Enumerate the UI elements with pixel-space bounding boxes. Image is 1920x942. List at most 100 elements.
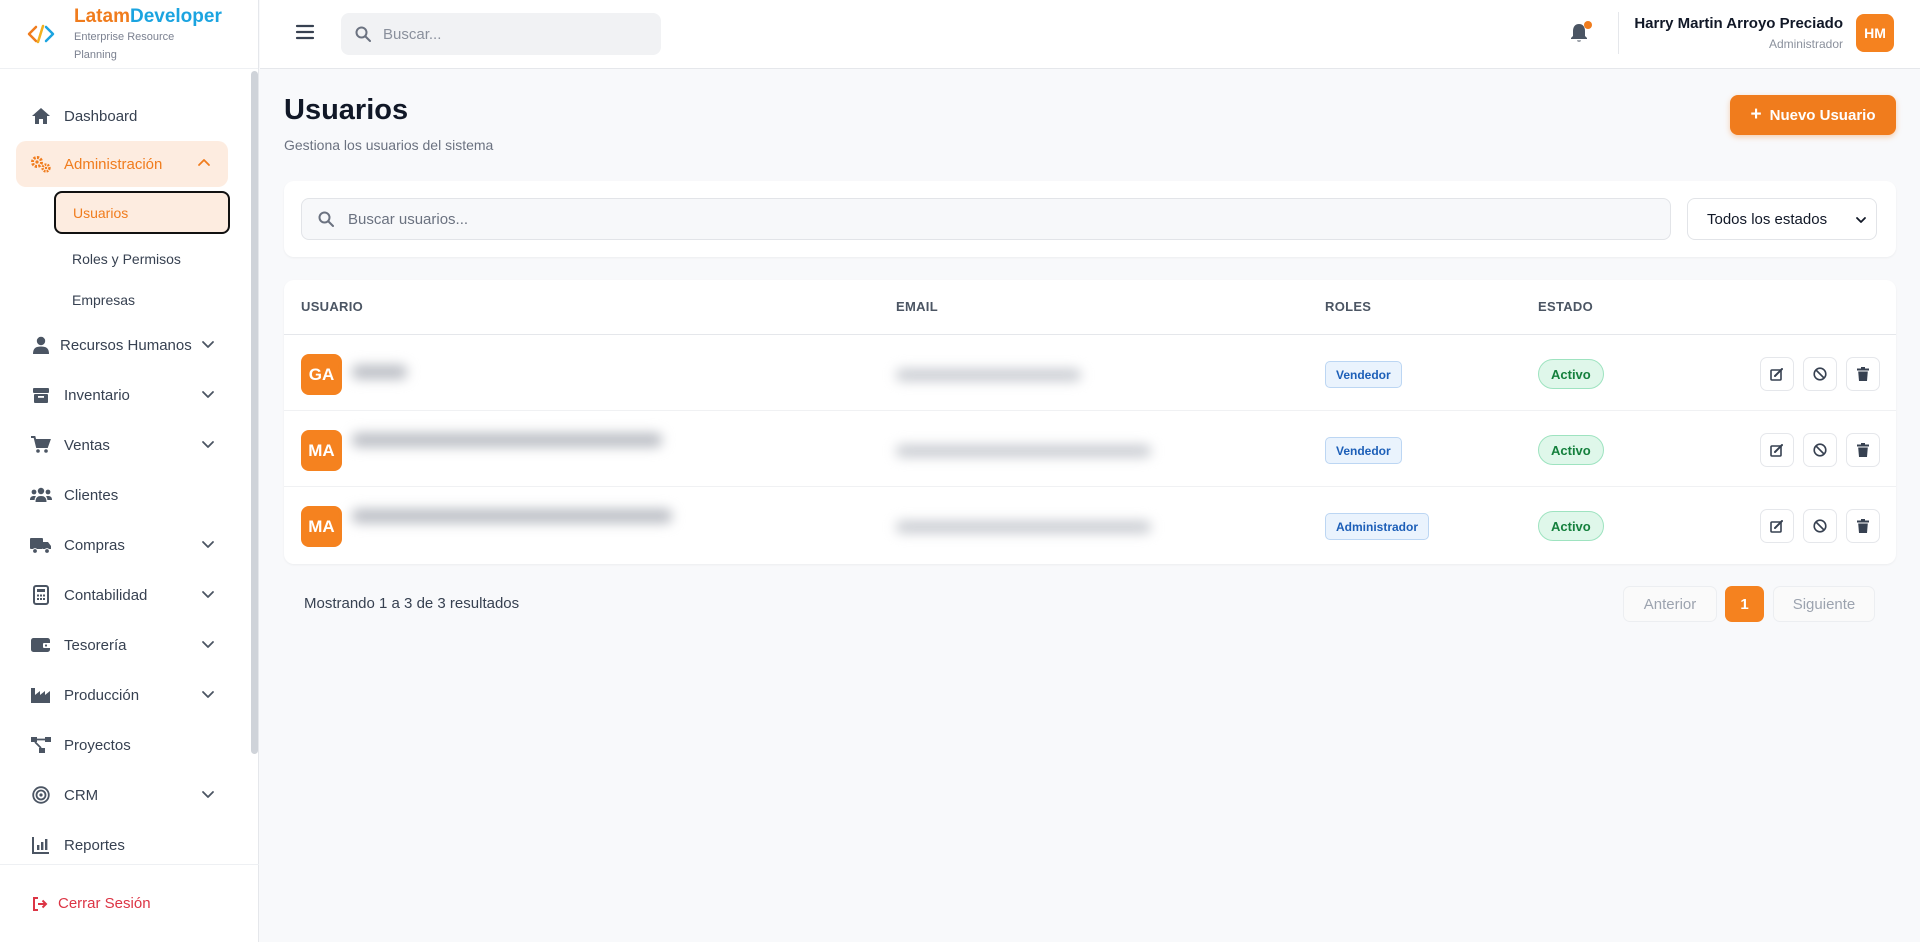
- sidebar-subitem-empresas[interactable]: Empresas: [0, 279, 250, 320]
- sidebar-subitem-roles-permisos[interactable]: Roles y Permisos: [0, 238, 250, 279]
- redacted-email: [896, 521, 1151, 533]
- edit-button[interactable]: [1760, 433, 1794, 467]
- sidebar-item-label: CRM: [64, 786, 99, 804]
- disable-button[interactable]: [1803, 357, 1837, 391]
- user-avatar: GA: [301, 354, 342, 395]
- redacted-email: [896, 445, 1151, 457]
- sidebar-item-label: Proyectos: [64, 736, 131, 754]
- redacted-user-name: [352, 433, 662, 447]
- global-search-input[interactable]: [383, 25, 643, 43]
- pagination-page-1[interactable]: 1: [1725, 586, 1764, 622]
- pagination-prev-button[interactable]: Anterior: [1623, 586, 1717, 622]
- wallet-icon: [30, 634, 52, 656]
- sidebar-item-reportes[interactable]: Reportes: [0, 820, 250, 870]
- logout-label: Cerrar Sesión: [58, 895, 151, 912]
- trash-icon: [1857, 443, 1869, 457]
- sidebar-item-label: Compras: [64, 536, 125, 554]
- status-badge: Activo: [1538, 359, 1604, 389]
- chevron-down-icon: [202, 391, 214, 398]
- brand-logo-icon: [27, 24, 55, 44]
- ban-icon: [1813, 367, 1827, 381]
- edit-icon: [1770, 368, 1783, 381]
- status-filter-value: Todos los estados: [1707, 210, 1828, 228]
- logout-button[interactable]: Cerrar Sesión: [0, 864, 259, 942]
- user-icon: [30, 334, 52, 356]
- topbar-divider: [1618, 12, 1619, 54]
- column-header-estado[interactable]: ESTADO: [1538, 299, 1593, 314]
- role-badge: Vendedor: [1325, 437, 1402, 464]
- edit-button[interactable]: [1760, 357, 1794, 391]
- notifications-button[interactable]: [1570, 21, 1592, 45]
- topbar: Harry Martin Arroyo Preciado Administrad…: [260, 0, 1920, 69]
- notification-dot: [1584, 21, 1592, 29]
- sidebar-item-tesoreria[interactable]: Tesorería: [0, 620, 250, 670]
- sidebar-item-compras[interactable]: Compras: [0, 520, 250, 570]
- sidebar-item-inventario[interactable]: Inventario: [0, 370, 250, 420]
- user-role: Administrador: [1768, 37, 1843, 51]
- truck-icon: [30, 534, 52, 556]
- brand-subtitle: Enterprise Resource Planning: [74, 31, 175, 61]
- sidebar: LatamDeveloper Enterprise Resource Plann…: [0, 0, 259, 942]
- sidebar-item-administracion[interactable]: Administración: [16, 141, 228, 187]
- table-row[interactable]: GA Vendedor Activo: [284, 335, 1896, 411]
- sidebar-item-clientes[interactable]: Clientes: [0, 470, 250, 520]
- delete-button[interactable]: [1846, 357, 1880, 391]
- column-header-email[interactable]: EMAIL: [896, 299, 938, 314]
- sidebar-item-recursos-humanos[interactable]: Recursos Humanos: [0, 320, 250, 370]
- delete-button[interactable]: [1846, 433, 1880, 467]
- column-header-roles[interactable]: ROLES: [1325, 299, 1371, 314]
- sign-out-icon: [32, 896, 48, 912]
- sidebar-item-crm[interactable]: CRM: [0, 770, 250, 820]
- menu-toggle-icon[interactable]: [295, 22, 315, 42]
- sidebar-item-proyectos[interactable]: Proyectos: [0, 720, 250, 770]
- chart-line-icon: [30, 834, 52, 856]
- sidebar-item-contabilidad[interactable]: Contabilidad: [0, 570, 250, 620]
- brand-name: LatamDeveloper: [74, 6, 222, 27]
- user-name: Harry Martin Arroyo Preciado: [1634, 15, 1843, 32]
- sidebar-item-ventas[interactable]: Ventas: [0, 420, 250, 470]
- sidebar-item-label: Dashboard: [64, 107, 138, 125]
- table-row[interactable]: MA Administrador Activo: [284, 487, 1896, 563]
- user-search-input[interactable]: [348, 210, 1648, 228]
- sidebar-item-label: Administración: [64, 155, 163, 173]
- edit-icon: [1770, 444, 1783, 457]
- filter-card: Todos los estados: [284, 181, 1896, 257]
- cart-icon: [30, 434, 52, 456]
- sidebar-item-produccion[interactable]: Producción: [0, 670, 250, 720]
- home-icon: [30, 105, 52, 127]
- brand[interactable]: LatamDeveloper Enterprise Resource Plann…: [0, 0, 258, 69]
- search-icon: [355, 26, 371, 42]
- search-icon: [318, 211, 334, 227]
- chevron-down-icon: [202, 691, 214, 698]
- delete-button[interactable]: [1846, 509, 1880, 543]
- project-diagram-icon: [30, 734, 52, 756]
- calculator-icon: [30, 584, 52, 606]
- table-row[interactable]: MA Vendedor Activo: [284, 411, 1896, 487]
- pagination-next-button[interactable]: Siguiente: [1773, 586, 1875, 622]
- trash-icon: [1857, 519, 1869, 533]
- disable-button[interactable]: [1803, 509, 1837, 543]
- chevron-down-icon: [202, 641, 214, 648]
- sidebar-nav: Dashboard Administración Usuarios Roles …: [0, 91, 250, 870]
- sidebar-subitem-usuarios[interactable]: Usuarios: [54, 191, 230, 234]
- user-search: [301, 198, 1671, 240]
- user-avatar[interactable]: HM: [1856, 14, 1894, 52]
- new-user-button[interactable]: + Nuevo Usuario: [1730, 95, 1896, 135]
- sidebar-item-dashboard[interactable]: Dashboard: [0, 91, 250, 141]
- redacted-user-name: [352, 365, 407, 379]
- sidebar-item-label: Ventas: [64, 436, 110, 454]
- sidebar-item-label: Tesorería: [64, 636, 127, 654]
- table-header: USUARIO EMAIL ROLES ESTADO: [284, 280, 1896, 335]
- column-header-usuario[interactable]: USUARIO: [301, 299, 363, 314]
- box-icon: [30, 384, 52, 406]
- chevron-down-icon: [202, 441, 214, 448]
- gears-icon: [30, 153, 52, 175]
- target-icon: [30, 784, 52, 806]
- sidebar-item-label: Inventario: [64, 386, 130, 404]
- sidebar-scrollbar[interactable]: [251, 71, 258, 754]
- edit-button[interactable]: [1760, 509, 1794, 543]
- role-badge: Administrador: [1325, 513, 1430, 540]
- status-filter-select[interactable]: Todos los estados: [1687, 198, 1877, 240]
- disable-button[interactable]: [1803, 433, 1837, 467]
- sidebar-item-label: Producción: [64, 686, 140, 704]
